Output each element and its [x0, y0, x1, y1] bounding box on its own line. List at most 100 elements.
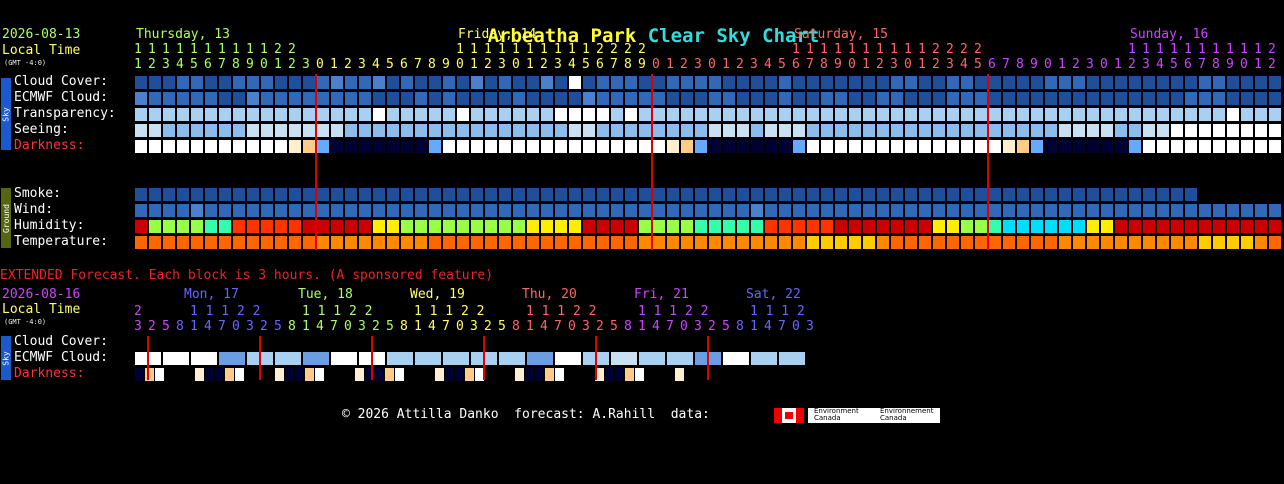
humidity-cell[interactable]	[709, 220, 721, 233]
humidity-cell[interactable]	[415, 220, 427, 233]
ext-cloud-cell[interactable]	[779, 352, 805, 365]
wind-cell[interactable]	[429, 204, 441, 217]
ext-darkness-cell[interactable]	[425, 368, 434, 381]
smoke-cell[interactable]	[681, 188, 693, 201]
seeing-cell[interactable]	[1031, 124, 1043, 137]
cloud-cell[interactable]	[429, 76, 441, 89]
wind-cell[interactable]	[457, 204, 469, 217]
seeing-cell[interactable]	[247, 124, 259, 137]
darkness-cell[interactable]	[345, 140, 357, 153]
seeing-cell[interactable]	[737, 124, 749, 137]
cloud-cell[interactable]	[905, 76, 917, 89]
temperature-cell[interactable]	[1213, 236, 1225, 249]
seeing-cell[interactable]	[597, 124, 609, 137]
ecmwf-cell[interactable]	[415, 92, 427, 105]
ecmwf-cell[interactable]	[149, 92, 161, 105]
transparency-cell[interactable]	[1115, 108, 1127, 121]
darkness-cell[interactable]	[1157, 140, 1169, 153]
ext-darkness-cell[interactable]	[625, 368, 634, 381]
transparency-cell[interactable]	[723, 108, 735, 121]
ecmwf-cell[interactable]	[205, 92, 217, 105]
cloud-cell[interactable]	[317, 76, 329, 89]
temperature-cell[interactable]	[359, 236, 371, 249]
cloud-cell[interactable]	[723, 76, 735, 89]
cloud-cell[interactable]	[555, 76, 567, 89]
ext-darkness-cell[interactable]	[205, 368, 214, 381]
darkness-cell[interactable]	[303, 140, 315, 153]
darkness-cell[interactable]	[961, 140, 973, 153]
wind-cell[interactable]	[317, 204, 329, 217]
seeing-cell[interactable]	[261, 124, 273, 137]
temperature-cell[interactable]	[1059, 236, 1071, 249]
ext-darkness-cell[interactable]	[465, 368, 474, 381]
temperature-cell[interactable]	[1143, 236, 1155, 249]
darkness-cell[interactable]	[1115, 140, 1127, 153]
ext-darkness-cell[interactable]	[515, 368, 524, 381]
wind-cell[interactable]	[485, 204, 497, 217]
ext-darkness-cell[interactable]	[655, 368, 664, 381]
humidity-cell[interactable]	[1255, 220, 1267, 233]
temperature-cell[interactable]	[793, 236, 805, 249]
ecmwf-cell[interactable]	[261, 92, 273, 105]
ext-cloud-cell[interactable]	[611, 352, 637, 365]
ext-cloud-cell[interactable]	[667, 352, 693, 365]
ext-cloud-cell[interactable]	[219, 352, 245, 365]
ext-darkness-cell[interactable]	[135, 368, 144, 381]
seeing-cell[interactable]	[695, 124, 707, 137]
ext-darkness-cell[interactable]	[525, 368, 534, 381]
wind-cell[interactable]	[1143, 204, 1155, 217]
wind-cell[interactable]	[1003, 204, 1015, 217]
transparency-cell[interactable]	[289, 108, 301, 121]
wind-cell[interactable]	[345, 204, 357, 217]
wind-cell[interactable]	[1073, 204, 1085, 217]
seeing-cell[interactable]	[289, 124, 301, 137]
ext-darkness-cell[interactable]	[445, 368, 454, 381]
ecmwf-cell[interactable]	[709, 92, 721, 105]
ecmwf-cell[interactable]	[499, 92, 511, 105]
temperature-cell[interactable]	[1073, 236, 1085, 249]
darkness-cell[interactable]	[275, 140, 287, 153]
cloud-cell[interactable]	[891, 76, 903, 89]
seeing-cell[interactable]	[499, 124, 511, 137]
transparency-cell[interactable]	[919, 108, 931, 121]
cloud-cell[interactable]	[345, 76, 357, 89]
smoke-cell[interactable]	[1171, 188, 1183, 201]
smoke-cell[interactable]	[373, 188, 385, 201]
ext-cloud-cell[interactable]	[303, 352, 329, 365]
smoke-cell[interactable]	[1045, 188, 1057, 201]
wind-cell[interactable]	[905, 204, 917, 217]
cloud-cell[interactable]	[835, 76, 847, 89]
smoke-cell[interactable]	[1143, 188, 1155, 201]
darkness-cell[interactable]	[205, 140, 217, 153]
temperature-cell[interactable]	[1241, 236, 1253, 249]
seeing-cell[interactable]	[1115, 124, 1127, 137]
humidity-cell[interactable]	[667, 220, 679, 233]
temperature-cell[interactable]	[863, 236, 875, 249]
darkness-cell[interactable]	[429, 140, 441, 153]
temperature-cell[interactable]	[233, 236, 245, 249]
wind-cell[interactable]	[177, 204, 189, 217]
ecmwf-cell[interactable]	[1227, 92, 1239, 105]
smoke-cell[interactable]	[149, 188, 161, 201]
cloud-cell[interactable]	[331, 76, 343, 89]
darkness-cell[interactable]	[527, 140, 539, 153]
seeing-cell[interactable]	[457, 124, 469, 137]
temperature-cell[interactable]	[1269, 236, 1281, 249]
ecmwf-cell[interactable]	[807, 92, 819, 105]
wind-cell[interactable]	[793, 204, 805, 217]
temperature-cell[interactable]	[1031, 236, 1043, 249]
humidity-cell[interactable]	[1269, 220, 1281, 233]
wind-cell[interactable]	[513, 204, 525, 217]
seeing-cell[interactable]	[513, 124, 525, 137]
humidity-cell[interactable]	[401, 220, 413, 233]
cloud-cell[interactable]	[709, 76, 721, 89]
humidity-cell[interactable]	[317, 220, 329, 233]
smoke-cell[interactable]	[863, 188, 875, 201]
seeing-cell[interactable]	[681, 124, 693, 137]
smoke-cell[interactable]	[317, 188, 329, 201]
ecmwf-cell[interactable]	[583, 92, 595, 105]
cloud-cell[interactable]	[919, 76, 931, 89]
smoke-cell[interactable]	[583, 188, 595, 201]
transparency-cell[interactable]	[653, 108, 665, 121]
darkness-cell[interactable]	[1073, 140, 1085, 153]
